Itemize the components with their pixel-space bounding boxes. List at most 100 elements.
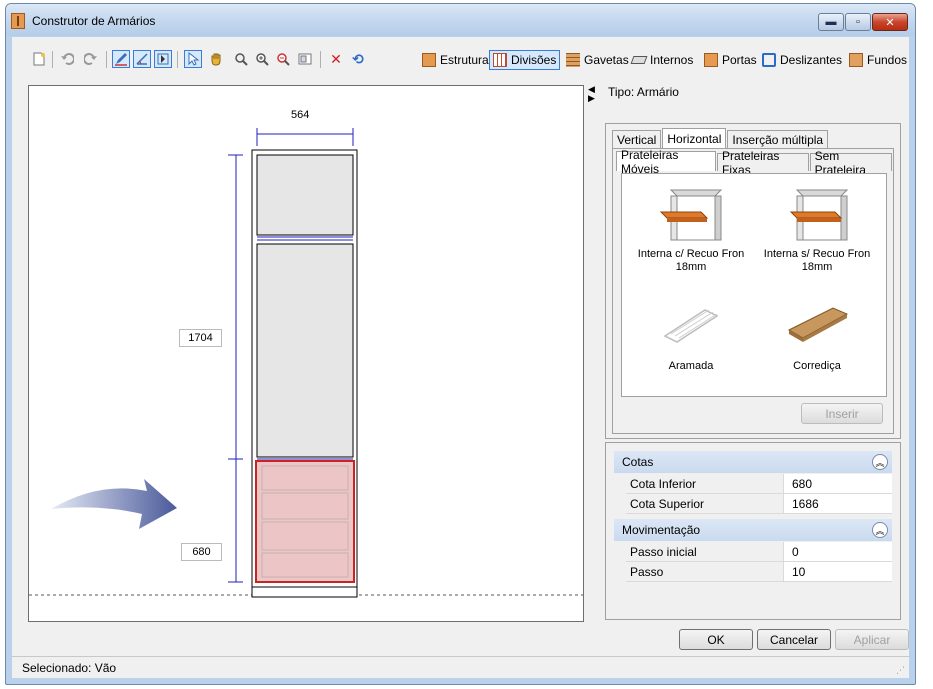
redo-icon[interactable] <box>82 50 100 68</box>
fundos-button[interactable]: Fundos <box>846 50 907 70</box>
resize-grip-icon[interactable]: ⋰ <box>896 665 905 676</box>
mirror-tool-icon[interactable] <box>154 50 172 68</box>
close-button[interactable]: ✕ <box>872 13 908 31</box>
shelf-option-sem-recuo[interactable]: Interna s/ Recuo Fron 18mm <box>756 182 878 274</box>
grid-icon <box>493 53 507 67</box>
tab-prateleiras-moveis[interactable]: Prateleiras Móveis <box>616 148 717 176</box>
deslizantes-label: Deslizantes <box>780 53 843 67</box>
property-value[interactable]: 1686 <box>792 497 819 511</box>
portas-label: Portas <box>722 53 757 67</box>
shelf-option-corredica[interactable]: Corrediça <box>756 294 878 373</box>
view-frame-icon[interactable] <box>296 50 314 68</box>
property-key: Cota Superior <box>630 497 705 511</box>
property-key: Passo inicial <box>630 545 697 559</box>
maximize-button[interactable]: ▫ <box>845 13 871 31</box>
estrutura-label: Estrutura <box>440 53 489 67</box>
property-key: Cota Inferior <box>630 477 697 491</box>
zoom-in-icon[interactable] <box>253 50 271 68</box>
toolbar-separator <box>52 51 53 68</box>
cancel-button[interactable]: Cancelar <box>757 629 831 650</box>
movimentacao-title: Movimentação <box>622 523 701 537</box>
shelf-option-label: Aramada <box>668 360 714 372</box>
horizontal-pane: Prateleiras Móveis Prateleiras Fixas Sem… <box>612 148 894 434</box>
portas-button[interactable]: Portas <box>701 50 757 70</box>
client-area: ✕ ⟲ Estrutura Divisões Gavetas Internos … <box>12 37 909 678</box>
title-bar: Construtor de Armários ▬ ▫ ✕ <box>6 4 915 36</box>
shelf-options-list: Interna c/ Recuo Fron 18mm Interna s/ Re… <box>621 173 887 397</box>
tab-insercao-multipla[interactable]: Inserção múltipla <box>727 130 829 148</box>
apply-button[interactable]: Aplicar <box>835 629 909 650</box>
internos-button[interactable]: Internos <box>629 50 693 70</box>
refresh-icon[interactable]: ⟲ <box>349 50 367 68</box>
width-dimension-label: 564 <box>291 109 310 121</box>
tab-sem-prateleira[interactable]: Sem Prateleira <box>809 149 892 177</box>
insert-group: Vertical Horizontal Inserção múltipla Pr… <box>605 123 901 439</box>
property-row[interactable]: Passo 10 <box>626 562 892 582</box>
middle-compartment <box>256 243 354 458</box>
tipo-label: Tipo: Armário <box>608 85 679 99</box>
collapse-arrows-icon[interactable]: ◀ ▶ <box>588 85 595 103</box>
property-value[interactable]: 0 <box>792 545 799 559</box>
app-icon <box>11 13 25 29</box>
divisoes-label: Divisões <box>511 53 557 67</box>
height-dimension-field[interactable]: 1704 <box>179 329 222 347</box>
type-header: ◀ ▶ Tipo: Armário <box>584 79 909 121</box>
shelf-recuo-icon <box>651 182 731 244</box>
drawers-icon <box>566 53 580 67</box>
shelf-sem-recuo-icon <box>777 182 857 244</box>
lower-dimension-field[interactable]: 680 <box>181 543 222 561</box>
collapse-icon[interactable]: ︽ <box>872 454 888 470</box>
shelf-option-label: Interna s/ Recuo Fron 18mm <box>763 248 871 273</box>
sliding-door-icon <box>762 53 776 67</box>
main-tabs: Vertical Horizontal Inserção múltipla <box>612 128 829 148</box>
gavetas-button[interactable]: Gavetas <box>563 50 629 70</box>
upper-compartment <box>256 154 354 236</box>
inserir-button[interactable]: Inserir <box>801 403 883 424</box>
collapse-icon[interactable]: ︽ <box>872 522 888 538</box>
tab-prateleiras-fixas[interactable]: Prateleiras Fixas <box>717 149 809 177</box>
shelf-option-label: Interna c/ Recuo Fron 18mm <box>637 248 745 273</box>
internos-label: Internos <box>650 53 694 67</box>
estrutura-button[interactable]: Estrutura <box>419 50 489 70</box>
cotas-title: Cotas <box>622 455 654 469</box>
gavetas-label: Gavetas <box>584 53 629 67</box>
undo-icon[interactable] <box>58 50 76 68</box>
angle-tool-icon[interactable] <box>133 50 151 68</box>
properties-group: Cotas ︽ Cota Inferior 680 Cota Superior 16… <box>605 442 901 620</box>
deslizantes-button[interactable]: Deslizantes <box>759 50 842 70</box>
pointer-icon[interactable] <box>184 50 202 68</box>
property-row[interactable]: Cota Inferior 680 <box>626 474 892 494</box>
pencil-tool-icon[interactable] <box>112 50 130 68</box>
shelf-option-recuo[interactable]: Interna c/ Recuo Fron 18mm <box>630 182 752 274</box>
property-value[interactable]: 10 <box>792 565 805 579</box>
ok-button[interactable]: OK <box>679 629 753 650</box>
shelf-option-aramada[interactable]: Aramada <box>630 294 752 373</box>
pan-hand-icon[interactable] <box>208 50 226 68</box>
property-value[interactable]: 680 <box>792 477 812 491</box>
tab-vertical[interactable]: Vertical <box>612 130 662 148</box>
zoom-fit-icon[interactable] <box>232 50 250 68</box>
main-window: Construtor de Armários ▬ ▫ ✕ ✕ ⟲ Estrutu… <box>5 3 916 685</box>
new-icon[interactable] <box>30 50 48 68</box>
property-row[interactable]: Passo inicial 0 <box>626 542 892 562</box>
sliding-shelf-icon <box>777 294 857 356</box>
estrutura-icon <box>422 53 436 67</box>
window-title: Construtor de Armários <box>32 14 156 28</box>
toolbar: ✕ ⟲ Estrutura Divisões Gavetas Internos … <box>12 37 909 81</box>
property-row[interactable]: Cota Superior 1686 <box>626 494 892 514</box>
delete-icon[interactable]: ✕ <box>327 50 345 68</box>
tab-horizontal[interactable]: Horizontal <box>662 128 727 148</box>
cotas-section[interactable]: Cotas ︽ <box>614 451 892 473</box>
shelf-option-label: Corrediça <box>793 360 841 372</box>
zoom-out-icon[interactable] <box>274 50 292 68</box>
arrow-icon <box>51 479 177 529</box>
design-canvas[interactable]: 564 1704 680 <box>28 85 584 622</box>
movimentacao-section[interactable]: Movimentação ︽ <box>614 519 892 541</box>
cabinet-drawing <box>29 128 583 598</box>
status-bar: Selecionado: Vão ⋰ <box>12 656 909 678</box>
back-panel-icon <box>849 53 863 67</box>
toolbar-separator <box>177 51 178 68</box>
divisoes-button[interactable]: Divisões <box>489 50 561 70</box>
minimize-button[interactable]: ▬ <box>818 13 844 31</box>
property-key: Passo <box>630 565 664 579</box>
